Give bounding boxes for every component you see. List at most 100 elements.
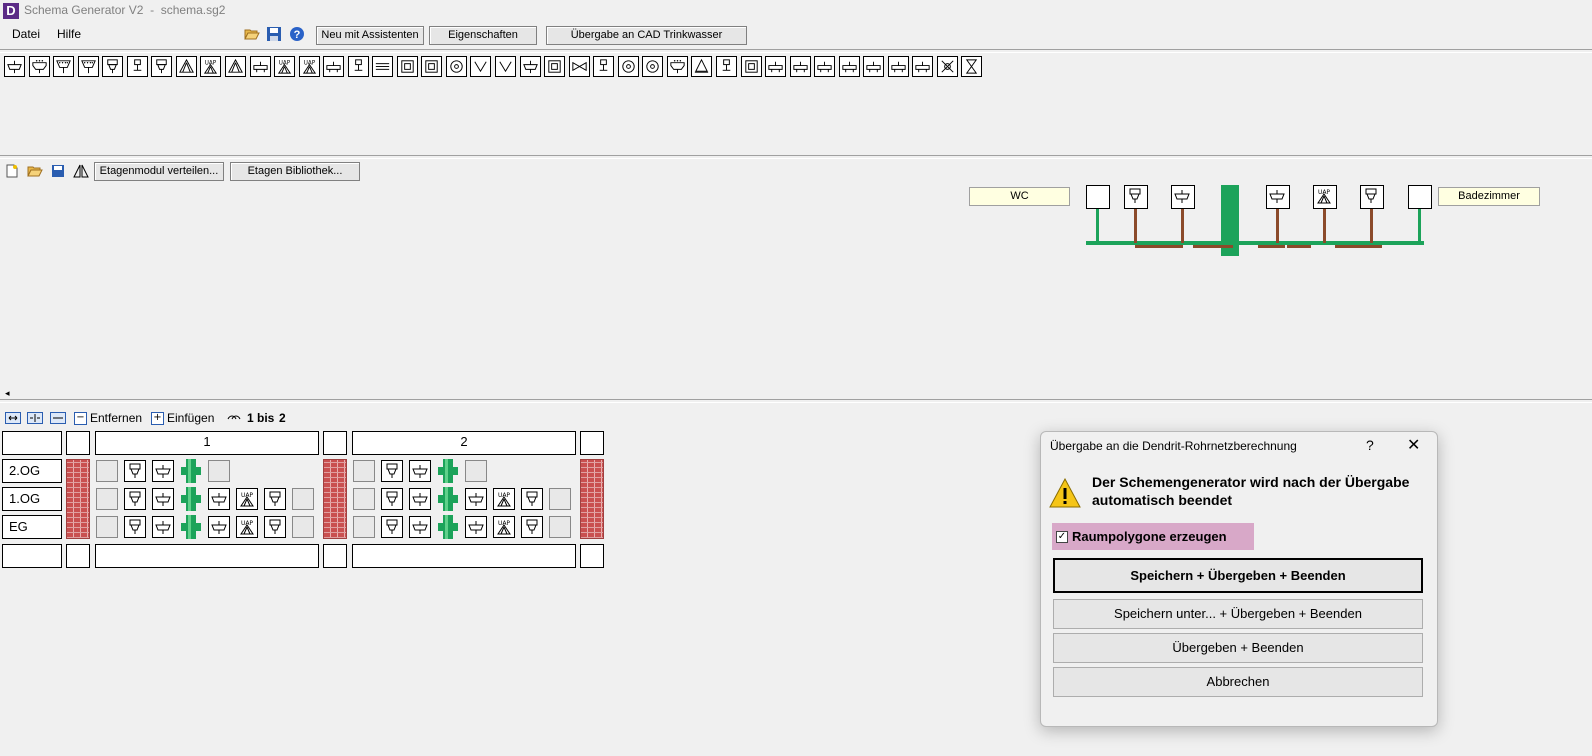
grid-fixture-wc[interactable] [381, 488, 403, 510]
bathtub-icon[interactable] [912, 56, 934, 77]
remove-icon[interactable]: − [74, 412, 87, 425]
bell-icon[interactable] [691, 56, 713, 77]
grid-fixture-basin[interactable] [465, 516, 487, 538]
wall-segment[interactable] [66, 459, 90, 539]
split-column-icon[interactable] [50, 412, 66, 424]
scroll-left-arrow[interactable]: ◂ [5, 389, 10, 399]
merge-column-icon[interactable] [27, 412, 43, 424]
grid-riser[interactable] [438, 487, 458, 511]
grid-riser[interactable] [181, 487, 201, 511]
empty-fixture-slot[interactable] [1408, 185, 1432, 209]
box-icon[interactable] [421, 56, 443, 77]
empty-wall-cell[interactable] [580, 544, 604, 568]
grid-riser[interactable] [438, 515, 458, 539]
menu-datei[interactable]: Datei [12, 27, 40, 41]
floppy-disk-icon[interactable] [266, 26, 282, 42]
faucet-icon[interactable] [593, 56, 615, 77]
column-header-1[interactable]: 1 [95, 431, 319, 455]
floor-label-2og[interactable]: 2.OG [2, 459, 62, 483]
room-polygons-option[interactable]: ✓ Raumpolygone erzeugen [1052, 523, 1254, 550]
pump-icon[interactable] [642, 56, 664, 77]
grid-corner-cell[interactable] [2, 431, 62, 455]
sink-icon[interactable] [28, 56, 50, 77]
grid-empty-slot[interactable] [353, 488, 375, 510]
grid-empty-slot[interactable] [549, 488, 571, 510]
grid-empty-slot[interactable] [292, 516, 314, 538]
room-label-left[interactable]: WC [969, 187, 1070, 206]
sink-icon[interactable] [666, 56, 688, 77]
insert-label[interactable]: Einfügen [167, 411, 214, 425]
grid-fixture-wc[interactable] [124, 460, 146, 482]
dialog-close-button[interactable]: ✕ [1407, 435, 1420, 455]
uap-icon[interactable]: UAP [274, 56, 296, 77]
valve-icon[interactable] [568, 56, 590, 77]
bathtub-icon[interactable] [887, 56, 909, 77]
folder-open-icon[interactable] [27, 164, 43, 178]
cross-icon[interactable] [936, 56, 958, 77]
grid-empty-slot[interactable] [96, 488, 118, 510]
grid-fixture-uap[interactable]: UAP [236, 516, 258, 538]
fixture-uap[interactable]: UAP [1313, 185, 1337, 209]
grid-fixture-wc[interactable] [264, 488, 286, 510]
shower-icon[interactable] [53, 56, 75, 77]
mirror-icon[interactable] [73, 164, 89, 178]
bathtub-icon[interactable] [814, 56, 836, 77]
bathtub-icon[interactable] [765, 56, 787, 77]
room-polygons-checkbox[interactable]: ✓ [1056, 531, 1068, 543]
grid-fixture-basin[interactable] [152, 488, 174, 510]
remove-label[interactable]: Entfernen [90, 411, 142, 425]
uap-icon[interactable]: UAP [298, 56, 320, 77]
grid-fixture-basin[interactable] [152, 516, 174, 538]
dialog-help-button[interactable]: ? [1366, 437, 1374, 453]
grid-fixture-wc[interactable] [381, 516, 403, 538]
grid-fixture-wc[interactable] [521, 488, 543, 510]
hourglass-icon[interactable] [961, 56, 983, 77]
room-label-right[interactable]: Badezimmer [1438, 187, 1540, 206]
grid-fixture-basin[interactable] [409, 460, 431, 482]
grid-fixture-wc[interactable] [264, 516, 286, 538]
new-file-icon[interactable] [5, 164, 19, 178]
grid-riser[interactable] [438, 459, 458, 483]
column-header-2[interactable]: 2 [352, 431, 576, 455]
wc-icon[interactable] [102, 56, 124, 77]
grid-fixture-uap[interactable]: UAP [493, 488, 515, 510]
uap-icon[interactable]: UAP [200, 56, 222, 77]
grid-fixture-uap[interactable]: UAP [493, 516, 515, 538]
tap-icon[interactable] [347, 56, 369, 77]
grid-empty-slot[interactable] [353, 516, 375, 538]
grid-empty-slot[interactable] [292, 488, 314, 510]
basin-icon[interactable] [519, 56, 541, 77]
radiator-icon[interactable] [372, 56, 394, 77]
help-icon[interactable]: ? [289, 26, 305, 42]
grid-fixture-basin[interactable] [465, 488, 487, 510]
faucet-icon[interactable] [715, 56, 737, 77]
grid-fixture-wc[interactable] [124, 488, 146, 510]
wall-segment[interactable] [580, 459, 604, 539]
bathtub-icon[interactable] [323, 56, 345, 77]
pump-icon[interactable] [617, 56, 639, 77]
grid-empty-slot[interactable] [96, 516, 118, 538]
grid-fixture-wc[interactable] [381, 460, 403, 482]
box-icon[interactable] [740, 56, 762, 77]
fixture-basin[interactable] [1171, 185, 1195, 209]
grid-fixture-wc[interactable] [521, 516, 543, 538]
transfer-exit-button[interactable]: Übergeben + Beenden [1053, 633, 1423, 663]
grid-empty-slot[interactable] [465, 460, 487, 482]
empty-module-cell[interactable] [95, 544, 319, 568]
grid-riser[interactable] [181, 515, 201, 539]
shower-icon[interactable] [77, 56, 99, 77]
grid-fixture-uap[interactable]: UAP [236, 488, 258, 510]
insert-icon[interactable]: + [151, 412, 164, 425]
triangle-icon[interactable] [224, 56, 246, 77]
funnel-icon[interactable] [495, 56, 516, 77]
bathtub-icon[interactable] [249, 56, 271, 77]
empty-fixture-slot[interactable] [1086, 185, 1110, 209]
empty-floor-cell[interactable] [2, 544, 62, 568]
grid-wall-header[interactable] [580, 431, 604, 455]
floor-library-button[interactable]: Etagen Bibliothek... [230, 162, 360, 181]
box-icon[interactable] [396, 56, 418, 77]
fixture-wc[interactable] [1360, 185, 1384, 209]
save-transfer-exit-button[interactable]: Speichern + Übergeben + Beenden [1053, 558, 1423, 593]
transfer-cad-button[interactable]: Übergabe an CAD Trinkwasser [546, 26, 747, 45]
funnel-icon[interactable] [470, 56, 492, 77]
